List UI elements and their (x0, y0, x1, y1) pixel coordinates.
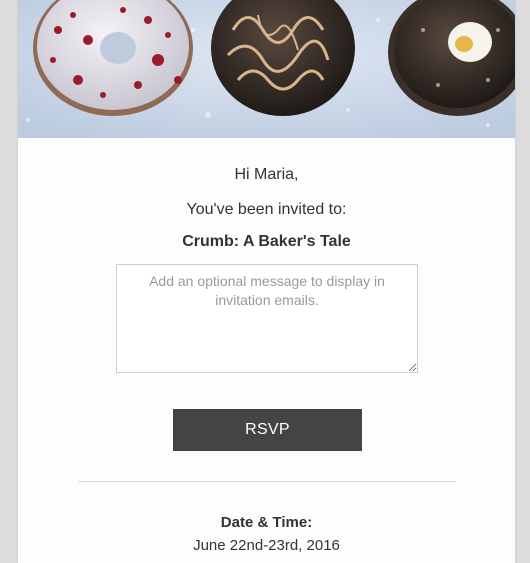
rsvp-button[interactable]: RSVP (173, 409, 362, 451)
date-time-label: Date & Time: (220, 514, 313, 531)
divider (78, 481, 456, 482)
invitation-card: Hi Maria, You've been invited to: Crumb:… (18, 0, 515, 563)
event-title: Crumb: A Baker's Tale (182, 233, 351, 250)
donuts-hero-image (18, 0, 515, 138)
optional-message-input[interactable] (116, 264, 418, 373)
invited-text: You've been invited to: (186, 201, 347, 218)
greeting-text: Hi Maria, (234, 166, 299, 183)
date-time-value: June 22nd-23rd, 2016 (193, 537, 340, 554)
